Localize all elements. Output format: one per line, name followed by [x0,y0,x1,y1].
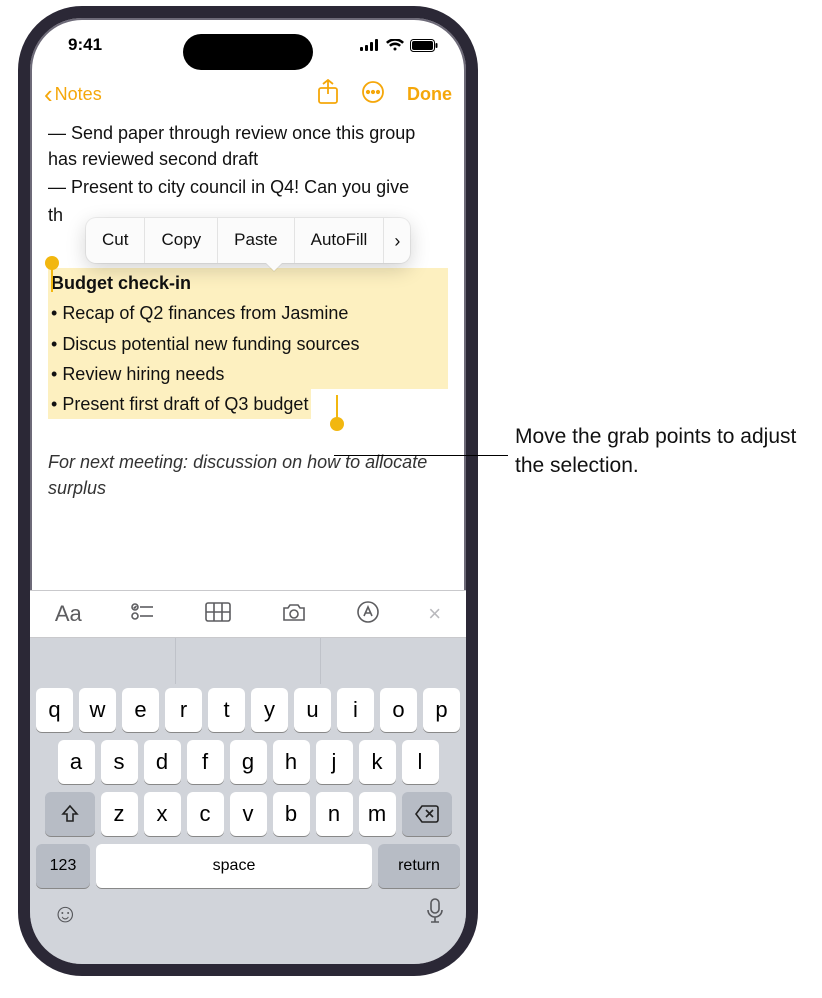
key-letter[interactable]: s [101,740,138,784]
keyboard-row: z x c v b n m [30,788,466,840]
format-toolbar: Aa × [30,590,466,638]
selected-text: Recap of Q2 finances from Jasmine [48,298,448,328]
key-letter[interactable]: e [122,688,159,732]
key-letter[interactable]: u [294,688,331,732]
keyboard-footer: ☺ [30,896,466,947]
menu-next-icon[interactable]: › [384,218,410,263]
key-letter[interactable]: l [402,740,439,784]
numbers-key[interactable]: 123 [36,844,90,888]
camera-icon[interactable] [281,602,307,627]
note-text: th [48,205,63,225]
callout-text: Move the grab points to adjust the selec… [515,422,815,481]
selected-text: Budget check-in [48,268,448,298]
note-text: — Send paper through review once this gr… [48,120,448,172]
onscreen-keyboard: q w e r t y u i o p a s d f g h j k l z [30,638,466,964]
cellular-signal-icon [360,39,380,51]
key-letter[interactable]: j [316,740,353,784]
note-text-italic: For next meeting: discussion on how to a… [48,449,448,501]
key-letter[interactable]: g [230,740,267,784]
share-icon[interactable] [317,79,339,110]
battery-icon [410,39,438,52]
key-letter[interactable]: h [273,740,310,784]
back-button[interactable]: ‹ Notes [44,81,311,107]
dictation-icon[interactable] [426,898,444,929]
keyboard-row: a s d f g h j k l [30,736,466,788]
chevron-left-icon: ‹ [44,81,53,107]
space-key[interactable]: space [96,844,372,888]
back-label: Notes [55,84,102,105]
key-letter[interactable]: v [230,792,267,836]
emoji-icon[interactable]: ☺ [52,898,79,929]
key-letter[interactable]: r [165,688,202,732]
key-letter[interactable]: n [316,792,353,836]
done-button[interactable]: Done [407,84,452,105]
more-icon[interactable] [361,80,385,109]
text-format-icon[interactable]: Aa [55,601,82,627]
shift-key[interactable] [45,792,95,836]
return-key[interactable]: return [378,844,460,888]
selected-text: Review hiring needs [48,359,448,389]
wifi-icon [386,39,404,51]
keyboard-row: 123 space return [30,840,466,896]
dynamic-island [183,34,313,70]
key-letter[interactable]: y [251,688,288,732]
key-letter[interactable]: d [144,740,181,784]
text-selection[interactable]: Cut Copy Paste AutoFill › Budget check-i… [48,268,448,418]
key-letter[interactable]: q [36,688,73,732]
backspace-key[interactable] [402,792,452,836]
edit-menu-popover: Cut Copy Paste AutoFill › [86,218,410,263]
note-text: — Present to city council in Q4! Can you… [48,174,448,200]
close-toolbar-icon[interactable]: × [428,601,441,627]
markup-icon[interactable] [357,601,379,628]
copy-menu-item[interactable]: Copy [145,218,218,263]
key-letter[interactable]: x [144,792,181,836]
key-letter[interactable]: w [79,688,116,732]
autofill-menu-item[interactable]: AutoFill [295,218,385,263]
key-letter[interactable]: z [101,792,138,836]
key-letter[interactable]: t [208,688,245,732]
key-letter[interactable]: a [58,740,95,784]
selected-text: Discus potential new funding sources [48,329,448,359]
cut-menu-item[interactable]: Cut [86,218,145,263]
key-letter[interactable]: f [187,740,224,784]
key-letter[interactable]: p [423,688,460,732]
key-letter[interactable]: m [359,792,396,836]
table-icon[interactable] [205,602,231,627]
key-letter[interactable]: b [273,792,310,836]
keyboard-row: q w e r t y u i o p [30,684,466,736]
selection-handle-end[interactable] [330,417,344,431]
navigation-bar: ‹ Notes Done [30,72,466,116]
note-editor[interactable]: — Send paper through review once this gr… [30,116,466,511]
key-letter[interactable]: i [337,688,374,732]
status-indicators [360,39,438,52]
suggestion-bar[interactable] [30,638,466,684]
iphone-frame: 9:41 ‹ Notes Done — [18,6,478,976]
status-time: 9:41 [68,35,102,55]
selected-text: Present first draft of Q3 budget [48,389,311,419]
callout-leader-line [334,455,508,456]
paste-menu-item[interactable]: Paste [218,218,294,263]
key-letter[interactable]: c [187,792,224,836]
checklist-icon[interactable] [131,602,155,627]
key-letter[interactable]: o [380,688,417,732]
key-letter[interactable]: k [359,740,396,784]
